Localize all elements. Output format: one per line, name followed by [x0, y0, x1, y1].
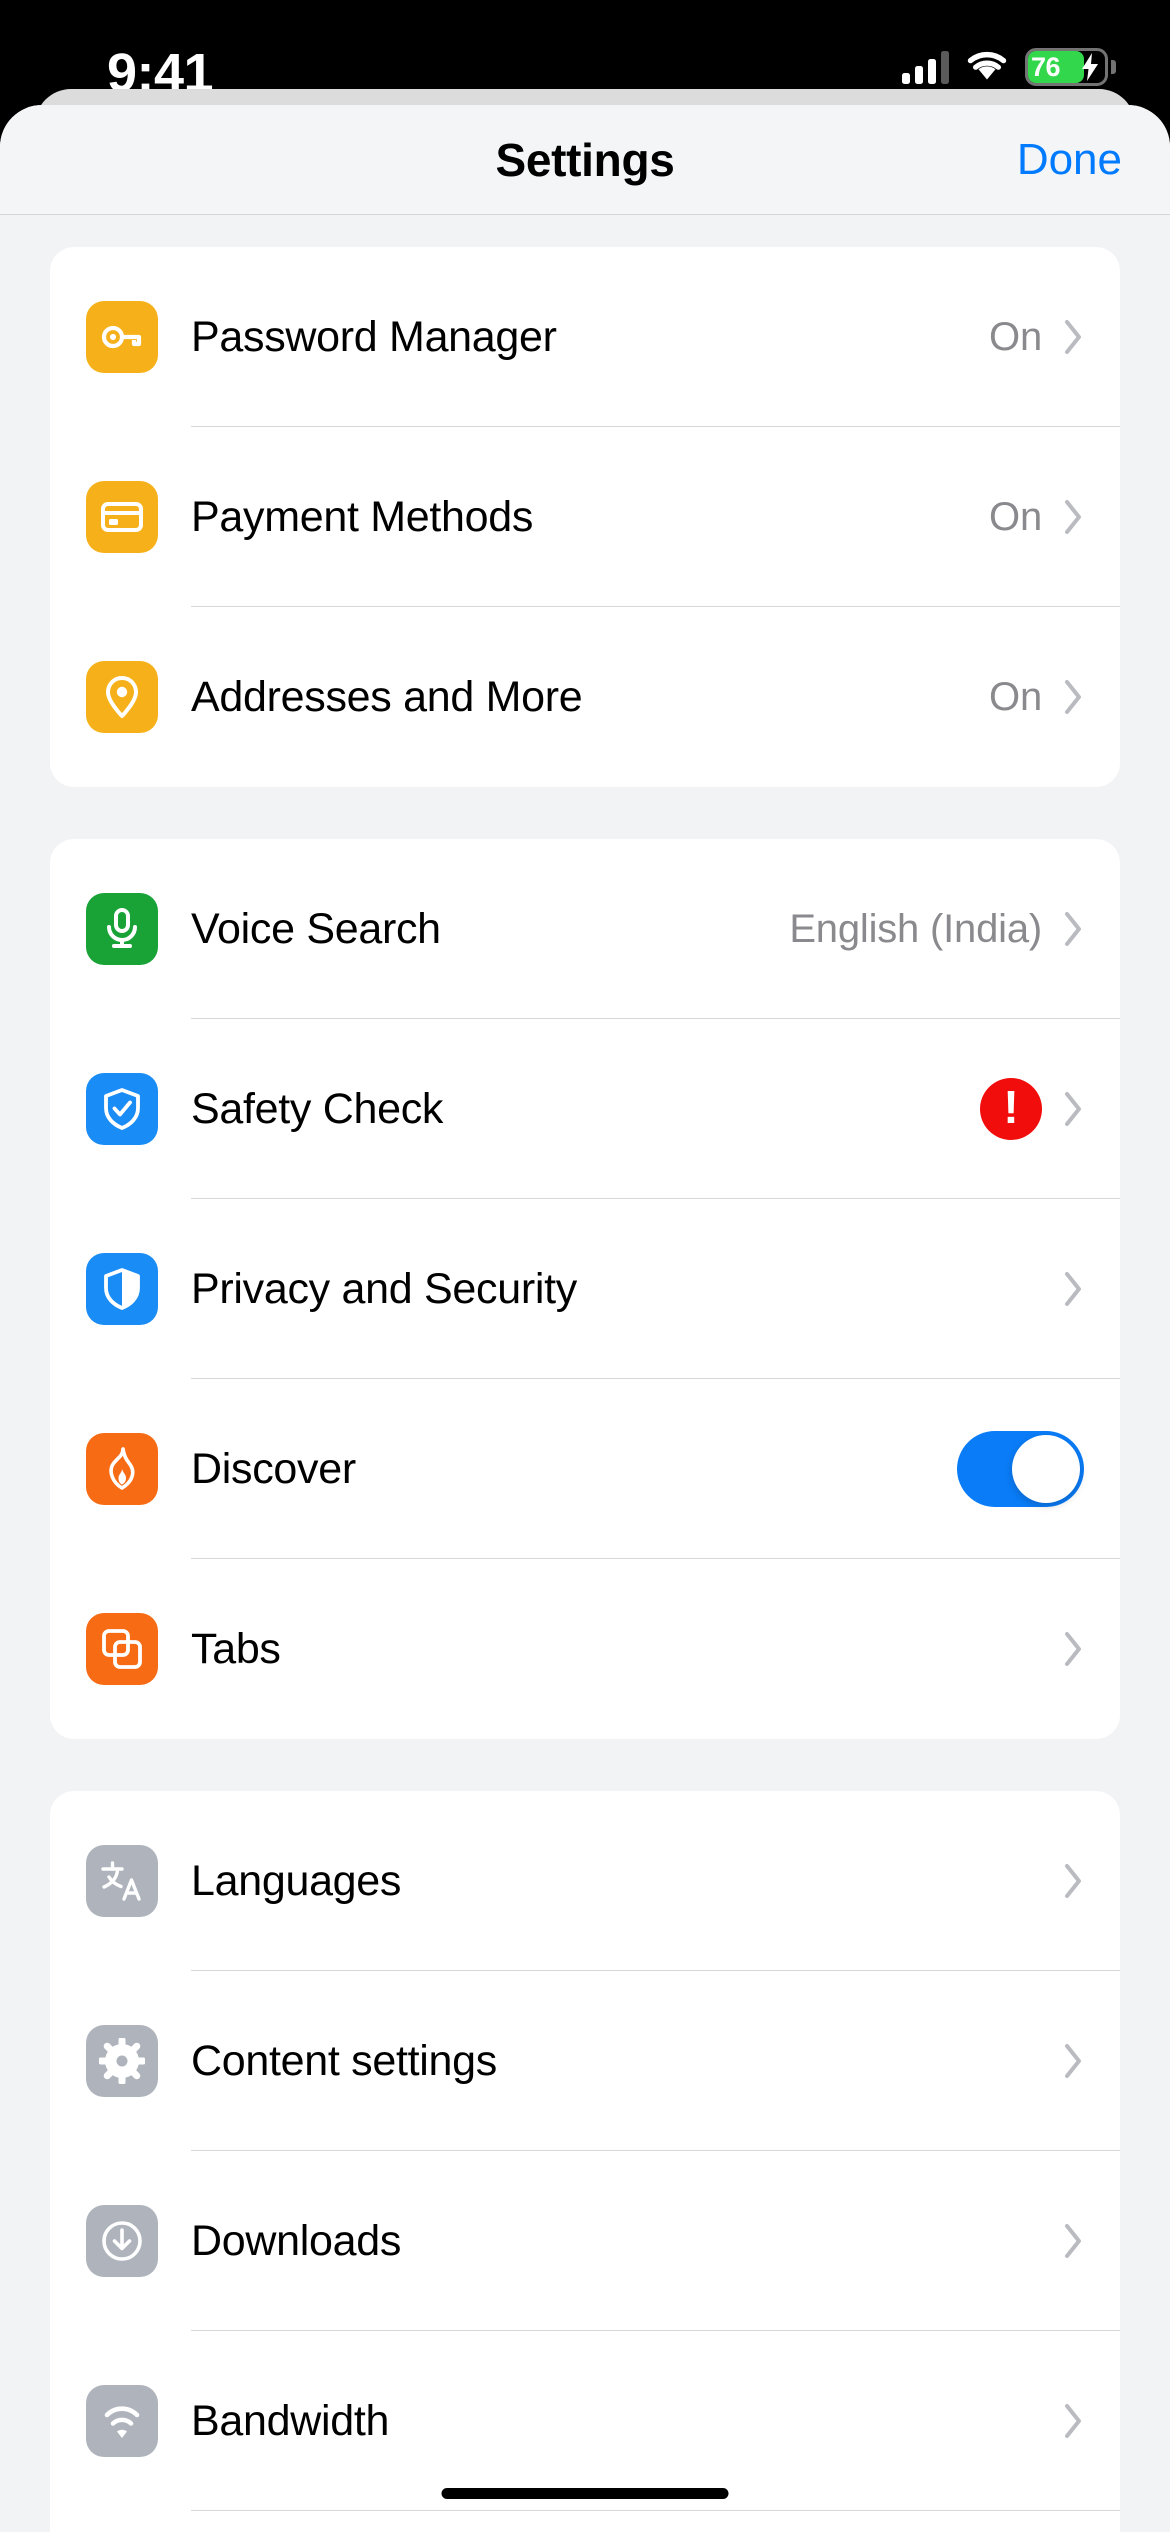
- settings-row-accessory: On: [989, 675, 1120, 720]
- chevron-right-icon: [1064, 2043, 1084, 2079]
- settings-row-bandwidth[interactable]: Bandwidth: [50, 2331, 1120, 2511]
- credit-card-icon: [86, 481, 158, 553]
- settings-row-voice-search[interactable]: Voice Search English (India): [50, 839, 1120, 1019]
- chevron-right-icon: [1064, 679, 1084, 715]
- settings-row-privacy-and-security[interactable]: Privacy and Security: [50, 1199, 1120, 1379]
- settings-row-accessory: [957, 1431, 1120, 1507]
- translate-icon: [86, 1845, 158, 1917]
- settings-row-discover[interactable]: Discover: [50, 1379, 1120, 1559]
- tabs-icon: [86, 1613, 158, 1685]
- settings-row-tabs[interactable]: Tabs: [50, 1559, 1120, 1739]
- settings-row-label: Addresses and More: [191, 672, 583, 721]
- settings-row-label: Languages: [191, 1856, 402, 1905]
- settings-row-accessory: English (India): [789, 907, 1120, 952]
- alert-badge-glyph: !: [1003, 1081, 1019, 1133]
- done-button[interactable]: Done: [1017, 105, 1122, 215]
- settings-row-accessory: On: [989, 495, 1120, 540]
- settings-row-label: Downloads: [191, 2216, 402, 2265]
- cellular-bars-icon: [902, 50, 949, 84]
- settings-row-accessory: [1064, 2043, 1120, 2079]
- settings-row-label: Tabs: [191, 1624, 281, 1673]
- settings-row-accessory: [1064, 1271, 1120, 1307]
- settings-row-accessory: [1064, 1863, 1120, 1899]
- chevron-right-icon: [1064, 1863, 1084, 1899]
- battery-percent-label: 76: [1031, 52, 1061, 82]
- settings-row-label: Password Manager: [191, 312, 557, 361]
- key-icon: [86, 301, 158, 373]
- chevron-right-icon: [1064, 499, 1084, 535]
- shield-icon: [86, 1253, 158, 1325]
- settings-group: Languages Content settings Downloads Bandwi…: [50, 1791, 1120, 2532]
- status-bar-indicators: 76: [902, 48, 1116, 86]
- chevron-right-icon: [1064, 1091, 1084, 1127]
- microphone-icon: [86, 893, 158, 965]
- navigation-bar: Settings Done: [0, 105, 1170, 215]
- settings-row-accessory: On: [989, 315, 1120, 360]
- settings-row-label: Privacy and Security: [191, 1264, 577, 1313]
- settings-row-value: On: [989, 314, 1042, 359]
- settings-row-google-chrome[interactable]: Google Chrome: [50, 2511, 1120, 2532]
- settings-row-label: Bandwidth: [191, 2396, 390, 2445]
- flame-icon: [86, 1433, 158, 1505]
- settings-group: Password Manager On Payment Methods On Addre…: [50, 247, 1120, 787]
- settings-row-accessory: [1064, 2223, 1120, 2259]
- settings-row-content-settings[interactable]: Content settings: [50, 1971, 1120, 2151]
- chevron-right-icon: [1064, 1631, 1084, 1667]
- chevron-right-icon: [1064, 911, 1084, 947]
- settings-row-addresses-and-more[interactable]: Addresses and More On: [50, 607, 1120, 787]
- settings-list[interactable]: Password Manager On Payment Methods On Addre…: [0, 247, 1170, 2532]
- gear-icon: [86, 2025, 158, 2097]
- settings-row-label: Content settings: [191, 2036, 497, 2085]
- charging-bolt-icon: [1081, 53, 1099, 86]
- home-indicator: [441, 2488, 729, 2499]
- settings-row-accessory: [1064, 1631, 1120, 1667]
- settings-row-password-manager[interactable]: Password Manager On: [50, 247, 1120, 427]
- wifi-signal-icon: [86, 2385, 158, 2457]
- wifi-icon: [965, 48, 1009, 86]
- toggle-switch[interactable]: [957, 1431, 1084, 1507]
- toggle-knob: [1012, 1435, 1080, 1503]
- download-circle-icon: [86, 2205, 158, 2277]
- settings-row-accessory: !: [980, 1078, 1120, 1140]
- settings-row-safety-check[interactable]: Safety Check!: [50, 1019, 1120, 1199]
- settings-row-value: English (India): [789, 906, 1042, 951]
- settings-group: Voice Search English (India) Safety Check!…: [50, 839, 1120, 1739]
- chevron-right-icon: [1064, 1271, 1084, 1307]
- settings-row-value: On: [989, 494, 1042, 539]
- settings-row-payment-methods[interactable]: Payment Methods On: [50, 427, 1120, 607]
- settings-row-label: Payment Methods: [191, 492, 534, 541]
- chevron-right-icon: [1064, 2223, 1084, 2259]
- settings-row-label: Discover: [191, 1444, 356, 1493]
- chevron-right-icon: [1064, 2403, 1084, 2439]
- settings-row-downloads[interactable]: Downloads: [50, 2151, 1120, 2331]
- settings-row-label: Voice Search: [191, 904, 441, 953]
- chevron-right-icon: [1064, 319, 1084, 355]
- page-title: Settings: [495, 134, 675, 186]
- settings-sheet: Settings Done Password Manager On Payment …: [0, 105, 1170, 2532]
- shield-check-icon: [86, 1073, 158, 1145]
- settings-row-label: Safety Check: [191, 1084, 444, 1133]
- battery-icon: 76: [1025, 48, 1116, 86]
- location-pin-icon: [86, 661, 158, 733]
- settings-row-value: On: [989, 674, 1042, 719]
- alert-badge-icon: !: [980, 1078, 1042, 1140]
- settings-row-accessory: [1064, 2403, 1120, 2439]
- settings-row-languages[interactable]: Languages: [50, 1791, 1120, 1971]
